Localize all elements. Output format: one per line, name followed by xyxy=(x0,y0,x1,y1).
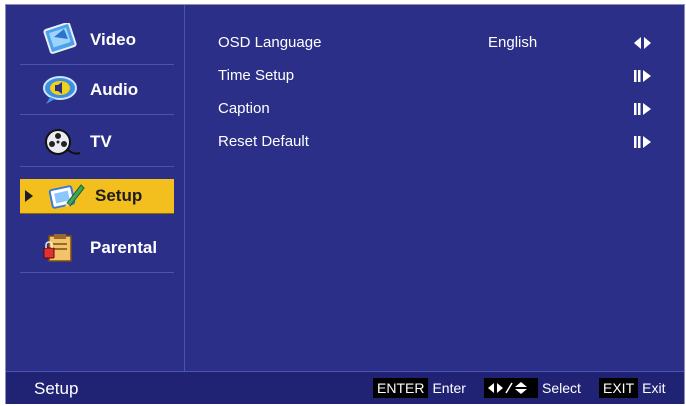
exit-hint-label: Exit xyxy=(642,380,666,396)
sidebar-item-video[interactable]: Video xyxy=(20,15,174,65)
sidebar-menu: Video Audio TV Setup Parental xyxy=(6,5,185,371)
footer-bar: Setup ENTER Enter Select EXIT Exit xyxy=(6,371,684,404)
osd-language-value: English xyxy=(488,33,538,51)
parental-icon xyxy=(38,231,82,265)
row-label: Reset Default xyxy=(218,132,309,150)
exit-hint: EXIT Exit xyxy=(599,378,665,398)
select-hint-label: Select xyxy=(542,380,581,396)
sidebar-item-label: Video xyxy=(90,29,136,49)
enter-hint-label: Enter xyxy=(432,380,466,396)
exit-key: EXIT xyxy=(599,378,639,398)
sidebar-item-setup[interactable]: Setup xyxy=(20,179,174,213)
enter-hint: ENTER Enter xyxy=(373,378,466,398)
sidebar-item-tv[interactable]: TV xyxy=(20,117,174,167)
sidebar-item-label: Parental xyxy=(90,237,158,257)
audio-icon xyxy=(38,73,82,107)
sidebar-item-label: Audio xyxy=(90,79,139,99)
row-label: OSD Language xyxy=(218,33,322,51)
enter-arrow-icon[interactable] xyxy=(634,69,652,82)
sidebar-item-label: TV xyxy=(90,131,112,151)
video-icon xyxy=(38,21,82,57)
select-hint: Select xyxy=(484,378,581,398)
sidebar-item-label: Setup xyxy=(95,186,143,205)
caption-row[interactable]: Caption xyxy=(218,95,658,121)
time-setup-row[interactable]: Time Setup xyxy=(218,62,658,88)
tv-osd-screen: Video Audio TV Setup Parental OSD Langua… xyxy=(5,4,685,404)
osd-language-row[interactable]: OSD Language English xyxy=(218,29,658,55)
row-label: Time Setup xyxy=(218,66,295,84)
row-label: Caption xyxy=(218,99,270,117)
settings-panel: OSD Language English Time Setup Caption … xyxy=(218,5,678,371)
enter-key: ENTER xyxy=(373,378,429,398)
sidebar-item-audio[interactable]: Audio xyxy=(20,65,174,115)
left-right-up-down-icon xyxy=(484,378,538,398)
tv-icon xyxy=(38,125,82,159)
setup-icon xyxy=(43,179,87,213)
selected-caret-icon xyxy=(22,190,35,202)
left-right-arrow-icon[interactable] xyxy=(634,36,652,49)
enter-arrow-icon[interactable] xyxy=(634,102,652,115)
sidebar-item-parental[interactable]: Parental xyxy=(20,223,174,273)
footer-title: Setup xyxy=(34,379,79,398)
enter-arrow-icon[interactable] xyxy=(634,135,652,148)
reset-default-row[interactable]: Reset Default xyxy=(218,128,658,154)
